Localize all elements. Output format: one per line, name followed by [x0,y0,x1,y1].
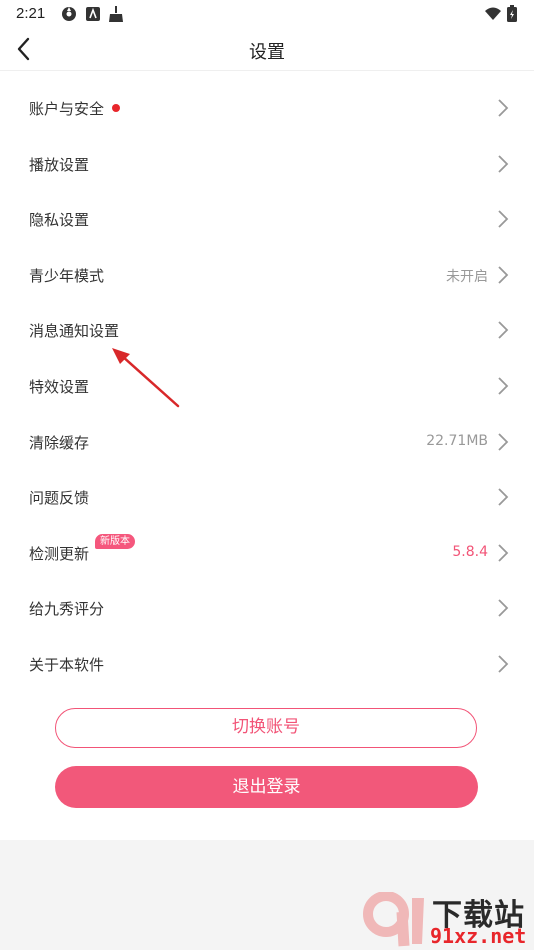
settings-list: 账户与安全 播放设置 隐私设置 青少年模式 未开启 消息通知设置 特效设置 清除… [0,80,534,692]
row-label: 检测更新 [29,544,90,563]
settings-row-privacy[interactable]: 隐私设置 [0,191,534,247]
chevron-right-icon [498,99,509,117]
app-icon [86,7,100,21]
chevron-right-icon [498,210,509,228]
settings-row-clear-cache[interactable]: 清除缓存 22.71MB [0,414,534,470]
row-label: 给九秀评分 [29,600,105,619]
settings-row-check-update[interactable]: 检测更新 新版本 5.8.4 [0,525,534,581]
chevron-right-icon [498,655,509,673]
row-label: 特效设置 [29,377,90,396]
watermark-91-icon [363,892,424,947]
row-label: 青少年模式 [29,266,105,285]
settings-row-notifications[interactable]: 消息通知设置 [0,302,534,358]
status-bar: 2:21 [0,0,534,28]
settings-row-teen-mode[interactable]: 青少年模式 未开启 [0,247,534,303]
broom-icon [109,6,123,22]
status-time: 2:21 [16,5,46,22]
settings-row-account-security[interactable]: 账户与安全 [0,80,534,136]
chevron-right-icon [498,599,509,617]
row-label: 隐私设置 [29,211,90,230]
watermark-url: 91xz.net [430,924,527,948]
page-title: 设置 [249,42,285,63]
settings-row-about[interactable]: 关于本软件 [0,636,534,692]
switch-account-button[interactable]: 切换账号 [55,708,477,748]
settings-row-rate[interactable]: 给九秀评分 [0,580,534,636]
notification-dot [112,104,120,112]
sync-icon [62,7,76,21]
annotation-arrow-icon [112,348,180,408]
chevron-right-icon [498,321,509,340]
title-bar: 设置 [0,28,534,71]
settings-row-feedback[interactable]: 问题反馈 [0,469,534,525]
row-label: 清除缓存 [29,433,90,452]
row-value: 5.8.4 [452,543,488,560]
row-value: 未开启 [446,268,488,285]
row-label: 播放设置 [29,155,90,174]
chevron-right-icon [498,488,509,506]
settings-row-effects[interactable]: 特效设置 [0,358,534,414]
row-label: 关于本软件 [29,655,105,674]
row-label: 账户与安全 [29,100,105,118]
row-label: 问题反馈 [29,489,90,508]
chevron-right-icon [498,377,509,395]
logout-button[interactable]: 退出登录 [55,766,478,808]
chevron-right-icon [498,432,509,451]
chevron-right-icon [498,154,509,173]
chevron-right-icon [498,266,509,284]
wifi-icon [485,7,501,20]
settings-row-playback[interactable]: 播放设置 [0,136,534,192]
row-label: 消息通知设置 [29,322,120,341]
watermark-logo: 下载站 91xz.net [362,890,534,950]
battery-icon [507,5,517,22]
chevron-right-icon [498,544,509,562]
row-value: 22.71MB [426,432,488,449]
new-version-badge: 新版本 [95,533,135,549]
